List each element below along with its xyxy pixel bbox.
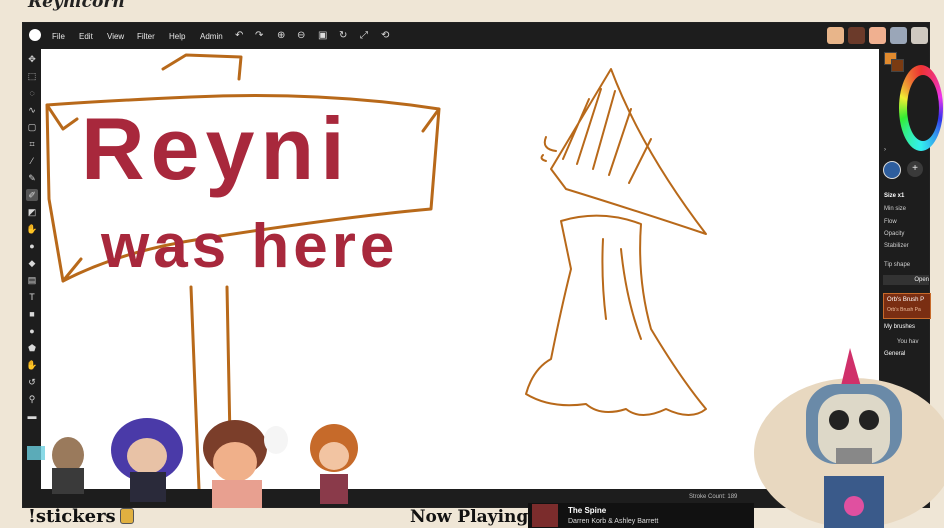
zoom-tool-icon[interactable]: ⚲	[26, 393, 38, 405]
gradient-icon[interactable]: ▤	[26, 274, 38, 286]
flow-label[interactable]: Flow	[884, 219, 897, 225]
add-brush-icon[interactable]: +	[907, 161, 923, 177]
song-title: The Spine	[568, 506, 607, 515]
app-logo-icon[interactable]	[29, 29, 41, 41]
sign-line-2: was here	[100, 212, 398, 281]
select-rect-icon[interactable]: ⬚	[26, 70, 38, 82]
tip-shape-label[interactable]: Tip shape	[884, 262, 910, 268]
crop-icon[interactable]: ⌗	[26, 138, 38, 150]
menu-view[interactable]: View	[107, 32, 124, 41]
now-playing-card: The Spine Darren Korb & Ashley Barrett	[528, 503, 754, 528]
menu-file[interactable]: File	[52, 32, 65, 41]
ellipse-icon[interactable]: ●	[26, 325, 38, 337]
brush-slot-1[interactable]	[883, 161, 901, 179]
avatar[interactable]	[869, 27, 886, 44]
zoom-in-icon[interactable]: ⊕	[277, 30, 285, 41]
chibi-brown-hair	[203, 420, 288, 508]
now-playing-label: Now Playing	[410, 507, 529, 527]
stickers-label: !stickers	[28, 506, 116, 527]
opacity-label[interactable]: Opacity	[884, 231, 904, 237]
torch-flame	[550, 68, 707, 235]
bucket-icon[interactable]: ◆	[26, 257, 38, 269]
size-label[interactable]: Size x1	[884, 193, 904, 199]
avatar[interactable]	[890, 27, 907, 44]
skull-character	[754, 348, 944, 528]
avatar[interactable]	[911, 27, 928, 44]
brush-card-subtitle: Orb's Brush Pa	[887, 307, 921, 313]
menubar: File Edit View Filter Help Admin ↶ ↷ ⊕ ⊖…	[23, 23, 929, 49]
avatar[interactable]	[827, 27, 844, 44]
menu-edit[interactable]: Edit	[79, 32, 93, 41]
menu-help[interactable]: Help	[169, 32, 185, 41]
color-swatch-secondary[interactable]	[891, 59, 904, 72]
brush-icon[interactable]: ✐	[26, 189, 38, 201]
avatar[interactable]	[848, 27, 865, 44]
rotate-view-icon[interactable]: ↺	[26, 376, 38, 388]
album-art	[532, 504, 558, 527]
reset-icon[interactable]: ⟲	[381, 30, 389, 41]
lasso-icon[interactable]: ∿	[26, 104, 38, 116]
torch-handle-hand	[525, 136, 707, 416]
rotate-icon[interactable]: ↻	[339, 30, 347, 41]
text-tool-icon[interactable]: T	[26, 291, 38, 303]
pen-icon[interactable]: ✎	[26, 172, 38, 184]
sticker-icon	[120, 508, 134, 524]
brush-card-title: Orb's Brush P	[887, 297, 925, 303]
redo-icon[interactable]: ↷	[255, 30, 263, 41]
brush-card[interactable]: Orb's Brush P Orb's Brush Pa	[883, 293, 931, 319]
chibi-characters	[27, 418, 358, 508]
chevron-right-icon[interactable]: ›	[884, 147, 886, 153]
move-tool-icon[interactable]: ✥	[26, 53, 38, 65]
transform-icon[interactable]: ▢	[26, 121, 38, 133]
fit-icon[interactable]: ▣	[318, 30, 327, 41]
min-size-label[interactable]: Min size	[884, 206, 906, 212]
you-have-label: You hav	[897, 339, 919, 345]
frame-title: Reynicorn	[28, 0, 125, 12]
eraser-icon[interactable]: ◩	[26, 206, 38, 218]
stabilizer-label[interactable]: Stabilizer	[884, 243, 909, 249]
sign-line-1: Reyni	[81, 99, 351, 198]
menu-filter[interactable]: Filter	[137, 32, 155, 41]
menu-admin[interactable]: Admin	[200, 32, 223, 41]
chibi-blue-hair	[111, 418, 183, 502]
smudge-icon[interactable]: ✋	[26, 223, 38, 235]
open-button[interactable]: Open	[883, 275, 929, 285]
song-artist: Darren Korb & Ashley Barrett	[568, 518, 659, 525]
zoom-out-icon[interactable]: ⊖	[297, 30, 305, 41]
select-ellipse-icon[interactable]: ◌	[26, 87, 38, 99]
my-brushes-label[interactable]: My brushes	[884, 324, 915, 330]
hand-icon[interactable]: ✋	[26, 359, 38, 371]
chibi-glasses	[27, 437, 84, 494]
fullscreen-icon[interactable]: ⤢	[360, 30, 368, 41]
chibi-cat-ears	[310, 424, 358, 504]
color-wheel-inner	[907, 75, 939, 141]
undo-icon[interactable]: ↶	[235, 30, 243, 41]
blur-icon[interactable]: ●	[26, 240, 38, 252]
shape-icon[interactable]: ⬟	[26, 342, 38, 354]
stroke-count: Stroke Count: 189	[689, 494, 738, 500]
rectangle-icon[interactable]: ■	[26, 308, 38, 320]
eyedropper-icon[interactable]: ⁄	[26, 155, 38, 167]
